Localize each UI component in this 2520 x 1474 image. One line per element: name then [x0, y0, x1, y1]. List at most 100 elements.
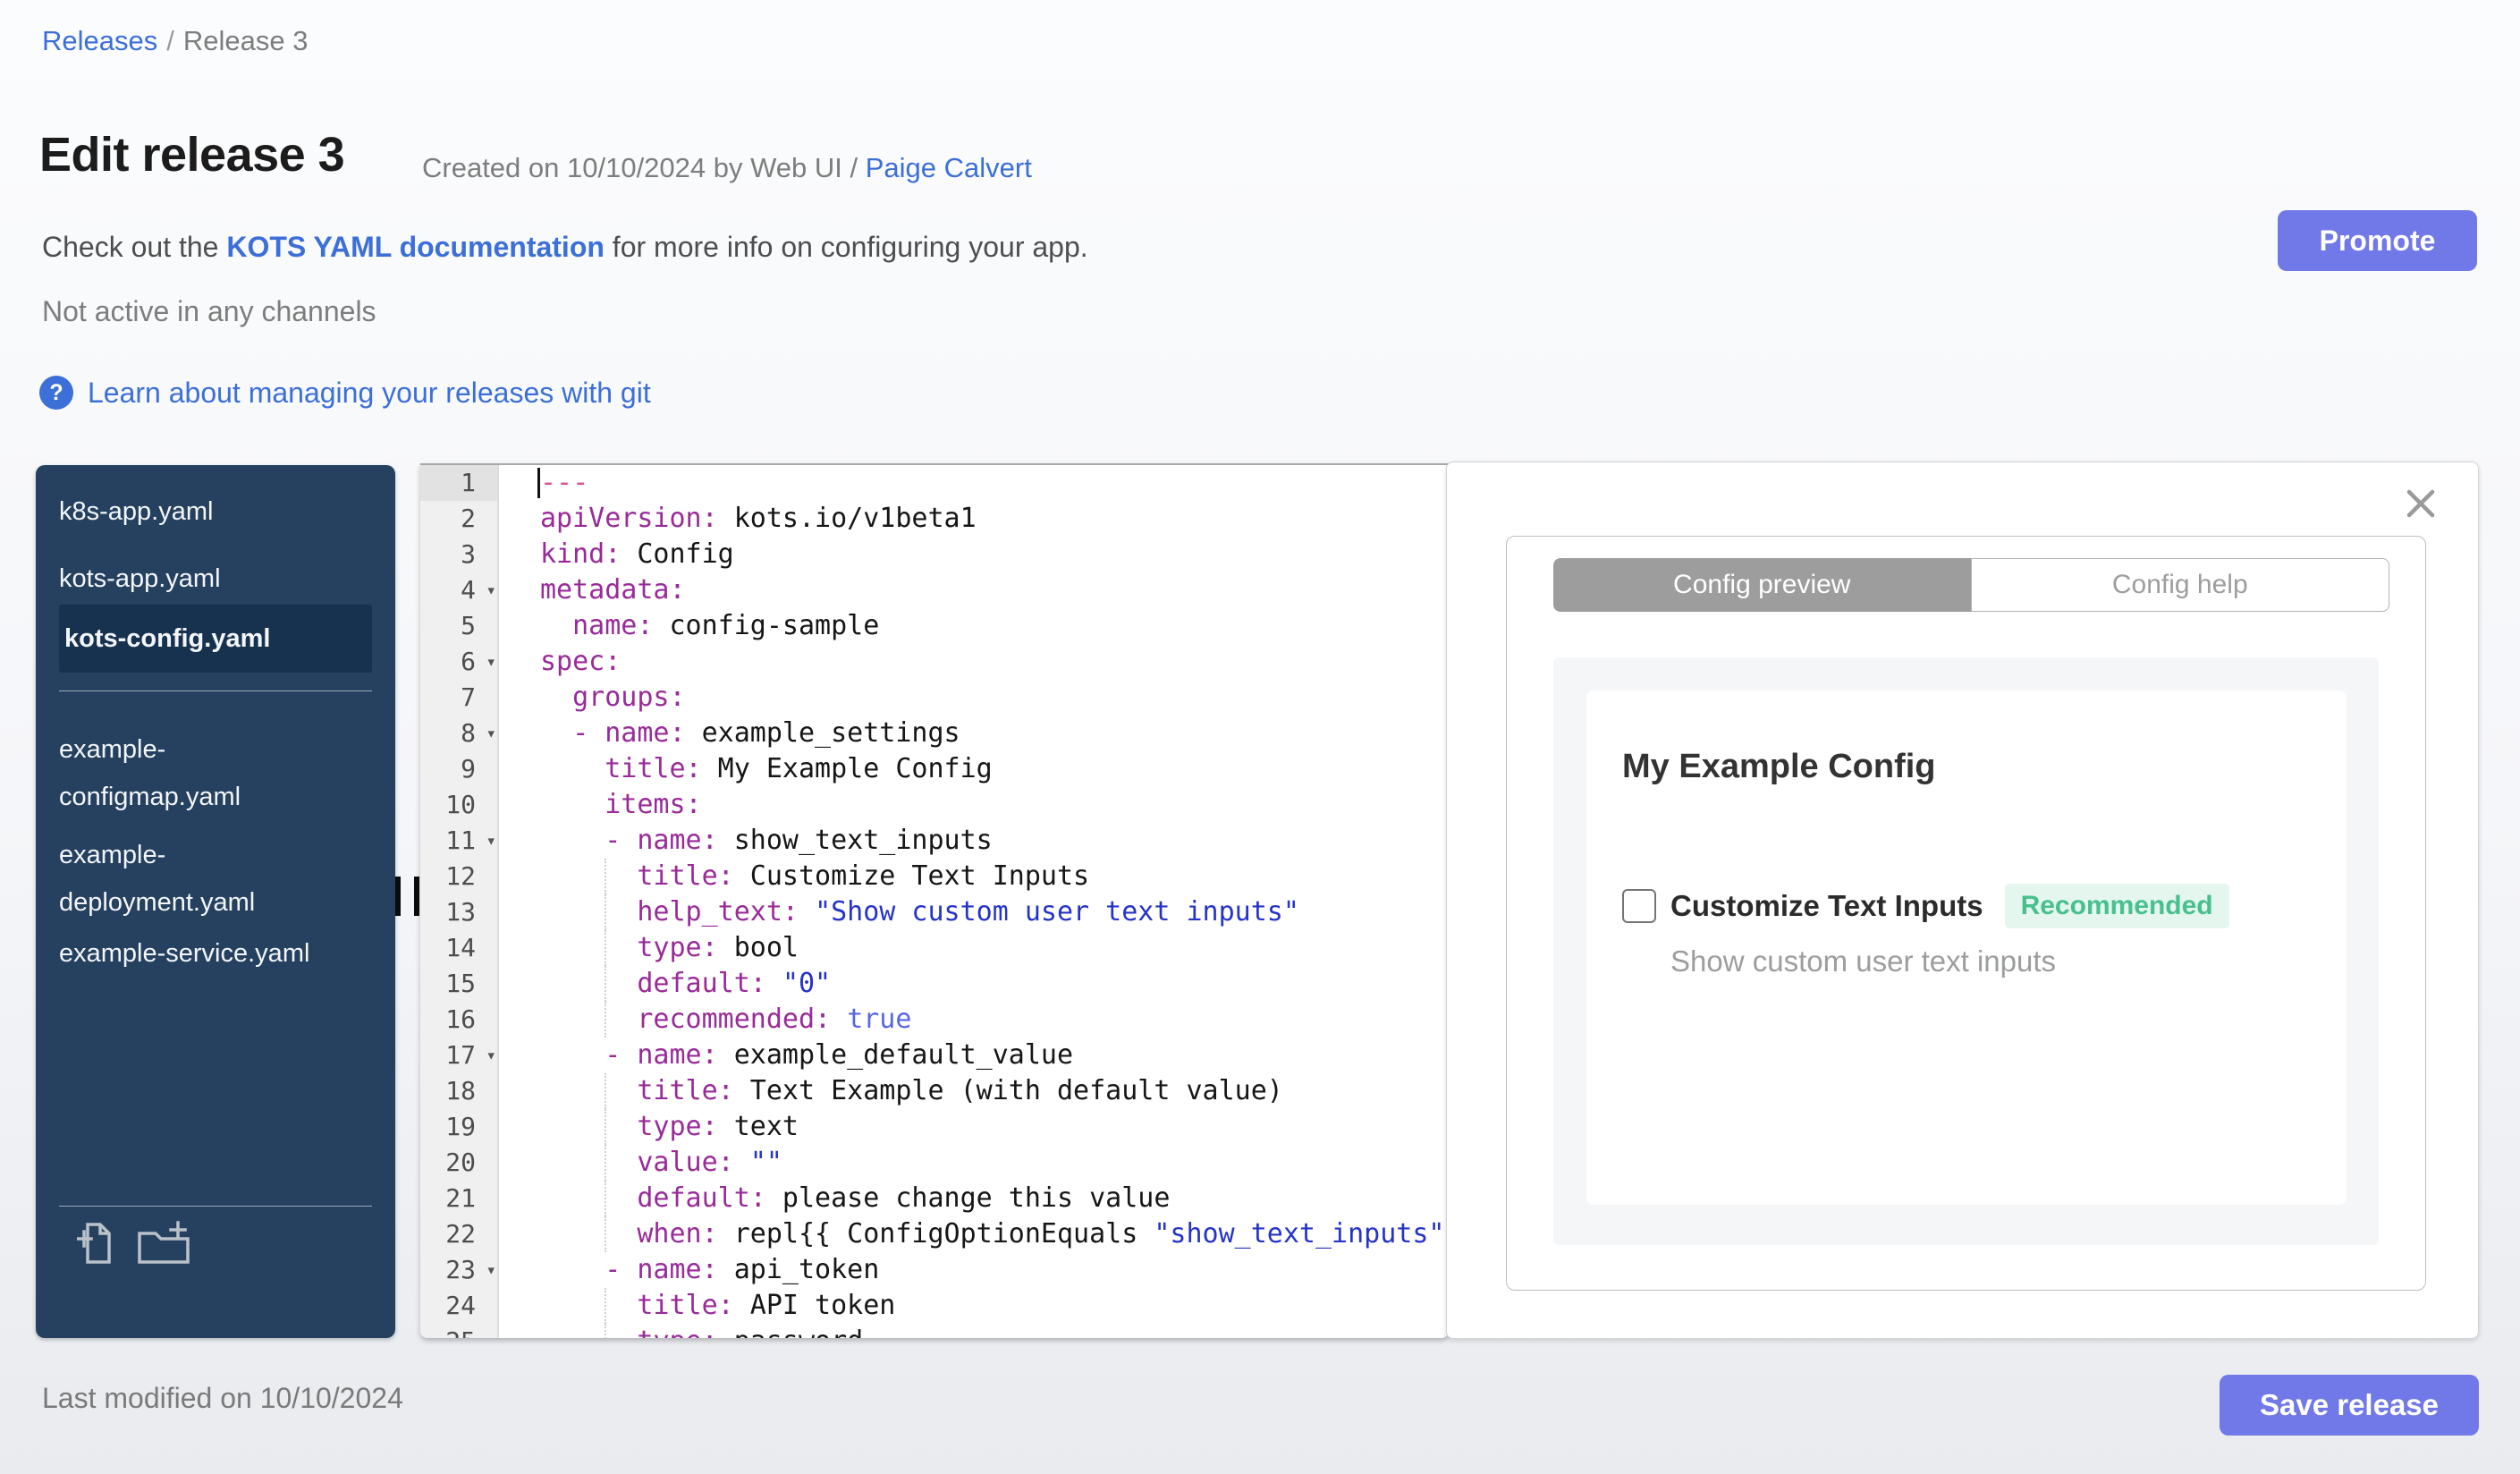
line-number: 25 [420, 1324, 498, 1338]
code-line[interactable]: 14 type: bool [420, 930, 1449, 966]
code-line[interactable]: 10 items: [420, 787, 1449, 823]
code-line[interactable]: 24 title: API token [420, 1288, 1449, 1324]
line-number: 24 [420, 1288, 498, 1324]
preview-surface: My Example Config Customize Text Inputs … [1553, 657, 2379, 1245]
line-number: 15 [420, 966, 498, 1002]
code-line[interactable]: 4 ▾ metadata: [420, 572, 1449, 608]
fold-arrow-icon[interactable]: ▾ [486, 644, 496, 680]
line-number: 11 ▾ [420, 823, 498, 859]
line-number: 18 [420, 1073, 498, 1109]
line-number: 6 ▾ [420, 644, 498, 680]
line-number: 10 [420, 787, 498, 823]
line-number: 5 [420, 608, 498, 644]
config-preview-panel: Config preview Config help My Example Con… [1446, 462, 2479, 1339]
code-line[interactable]: 2 apiVersion: kots.io/v1beta1 [420, 501, 1449, 537]
fold-arrow-icon[interactable]: ▾ [486, 823, 496, 859]
line-number: 22 [420, 1216, 498, 1252]
fold-arrow-icon[interactable]: ▾ [486, 716, 496, 751]
code-line[interactable]: 17 ▾ - name: example_default_value [420, 1038, 1449, 1073]
customize-text-inputs-checkbox[interactable] [1622, 889, 1656, 923]
line-number: 7 [420, 680, 498, 716]
line-number: 12 [420, 859, 498, 894]
code-line[interactable]: 3 kind: Config [420, 537, 1449, 572]
tab-config-preview[interactable]: Config preview [1553, 558, 1971, 612]
sidebar-file-kots-app.yaml[interactable]: kots-app.yaml [59, 555, 221, 603]
line-number: 23 ▾ [420, 1252, 498, 1288]
promote-button[interactable]: Promote [2278, 210, 2477, 271]
code-line[interactable]: 9 title: My Example Config [420, 751, 1449, 787]
config-item-help-text: Show custom user text inputs [1670, 945, 2057, 978]
code-line[interactable]: 22 when: repl{{ ConfigOptionEquals "show… [420, 1216, 1449, 1252]
yaml-code-editor[interactable]: 1 --- 2 apiVersion: kots.io/v1beta1 3 kind: C… [420, 463, 1449, 1338]
new-folder-icon[interactable] [136, 1221, 191, 1266]
rendered-config: My Example Config Customize Text Inputs … [1586, 690, 2347, 1205]
code-lines: 1 --- 2 apiVersion: kots.io/v1beta1 3 kind: C… [420, 465, 1449, 1338]
code-line[interactable]: 11 ▾ - name: show_text_inputs [420, 823, 1449, 859]
breadcrumb-releases-link[interactable]: Releases [42, 25, 157, 56]
git-releases-link[interactable]: Learn about managing your releases with … [88, 377, 651, 410]
last-modified-text: Last modified on 10/10/2024 [42, 1382, 403, 1414]
git-help-row: ? Learn about managing your releases wit… [39, 376, 651, 410]
docs-line: Check out the KOTS YAML documentation fo… [42, 231, 1088, 264]
config-item-row: Customize Text Inputs Recommended [1622, 880, 2229, 932]
fold-arrow-icon[interactable]: ▾ [486, 1252, 496, 1288]
docs-text-after: for more info on configuring your app. [604, 231, 1088, 263]
created-info: Created on 10/10/2024 by Web UI / Paige … [422, 152, 1032, 184]
line-number: 2 [420, 501, 498, 537]
save-release-button[interactable]: Save release [2220, 1375, 2479, 1436]
line-number: 21 [420, 1181, 498, 1216]
breadcrumb-current: Release 3 [182, 25, 309, 56]
line-number: 17 ▾ [420, 1038, 498, 1073]
code-line[interactable]: 23 ▾ - name: api_token [420, 1252, 1449, 1288]
fold-arrow-icon[interactable]: ▾ [486, 572, 496, 608]
recommended-badge: Recommended [2004, 884, 2229, 928]
preview-tabs: Config preview Config help [1553, 558, 2389, 612]
text-cursor [537, 468, 540, 498]
config-item-label: Customize Text Inputs [1670, 889, 1983, 922]
channel-status: Not active in any channels [42, 295, 376, 327]
line-number: 19 [420, 1109, 498, 1145]
created-author-link[interactable]: Paige Calvert [866, 152, 1032, 183]
code-line[interactable]: 20 value: "" [420, 1145, 1449, 1181]
new-file-icon[interactable] [77, 1219, 113, 1266]
sidebar-file-example-service.yaml[interactable]: example-service.yaml [59, 930, 309, 978]
sidebar-divider [59, 1206, 372, 1207]
kots-yaml-doc-link[interactable]: KOTS YAML documentation [226, 231, 605, 263]
code-line[interactable]: 1 --- [420, 465, 1449, 501]
sidebar-file-kots-config.yaml[interactable]: kots-config.yaml [59, 605, 372, 673]
preview-card: Config preview Config help My Example Con… [1506, 536, 2426, 1291]
sidebar-divider [59, 690, 372, 691]
code-line[interactable]: 6 ▾ spec: [420, 644, 1449, 680]
line-number: 14 [420, 930, 498, 966]
file-tree-sidebar: k8s-app.yaml kots-app.yaml kots-config.yam… [36, 465, 395, 1338]
line-number: 1 [420, 465, 498, 501]
sidebar-file-example-configmap.yaml[interactable]: example-configmap.yaml [59, 726, 347, 821]
docs-text-before: Check out the [42, 231, 227, 263]
code-line[interactable]: 21 default: please change this value [420, 1181, 1449, 1216]
sidebar-actions [77, 1219, 191, 1266]
fold-arrow-icon[interactable]: ▾ [486, 1038, 496, 1073]
breadcrumb-separator: / [166, 25, 174, 56]
tab-config-help[interactable]: Config help [1970, 558, 2389, 612]
code-line[interactable]: 25 type: password [420, 1324, 1449, 1338]
code-line[interactable]: 7 groups: [420, 680, 1449, 716]
line-number: 20 [420, 1145, 498, 1181]
code-line[interactable]: 12 title: Customize Text Inputs [420, 859, 1449, 894]
line-number: 4 ▾ [420, 572, 498, 608]
code-line[interactable]: 18 title: Text Example (with default val… [420, 1073, 1449, 1109]
sidebar-file-k8s-app.yaml[interactable]: k8s-app.yaml [59, 488, 213, 536]
config-group-title: My Example Config [1622, 748, 1936, 785]
line-number: 16 [420, 1002, 498, 1038]
code-line[interactable]: 19 type: text [420, 1109, 1449, 1145]
code-line[interactable]: 13 help_text: "Show custom user text inp… [420, 894, 1449, 930]
line-number: 9 [420, 751, 498, 787]
close-icon[interactable] [2405, 487, 2437, 520]
code-line[interactable]: 15 default: "0" [420, 966, 1449, 1002]
line-number: 13 [420, 894, 498, 930]
code-line[interactable]: 8 ▾ - name: example_settings [420, 716, 1449, 751]
sidebar-file-example-deployment.yaml[interactable]: example-deployment.yaml [59, 832, 347, 927]
line-number: 3 [420, 537, 498, 572]
code-line[interactable]: 5 name: config-sample [420, 608, 1449, 644]
pane-resize-handle-left[interactable] [395, 877, 420, 916]
code-line[interactable]: 16 recommended: true [420, 1002, 1449, 1038]
